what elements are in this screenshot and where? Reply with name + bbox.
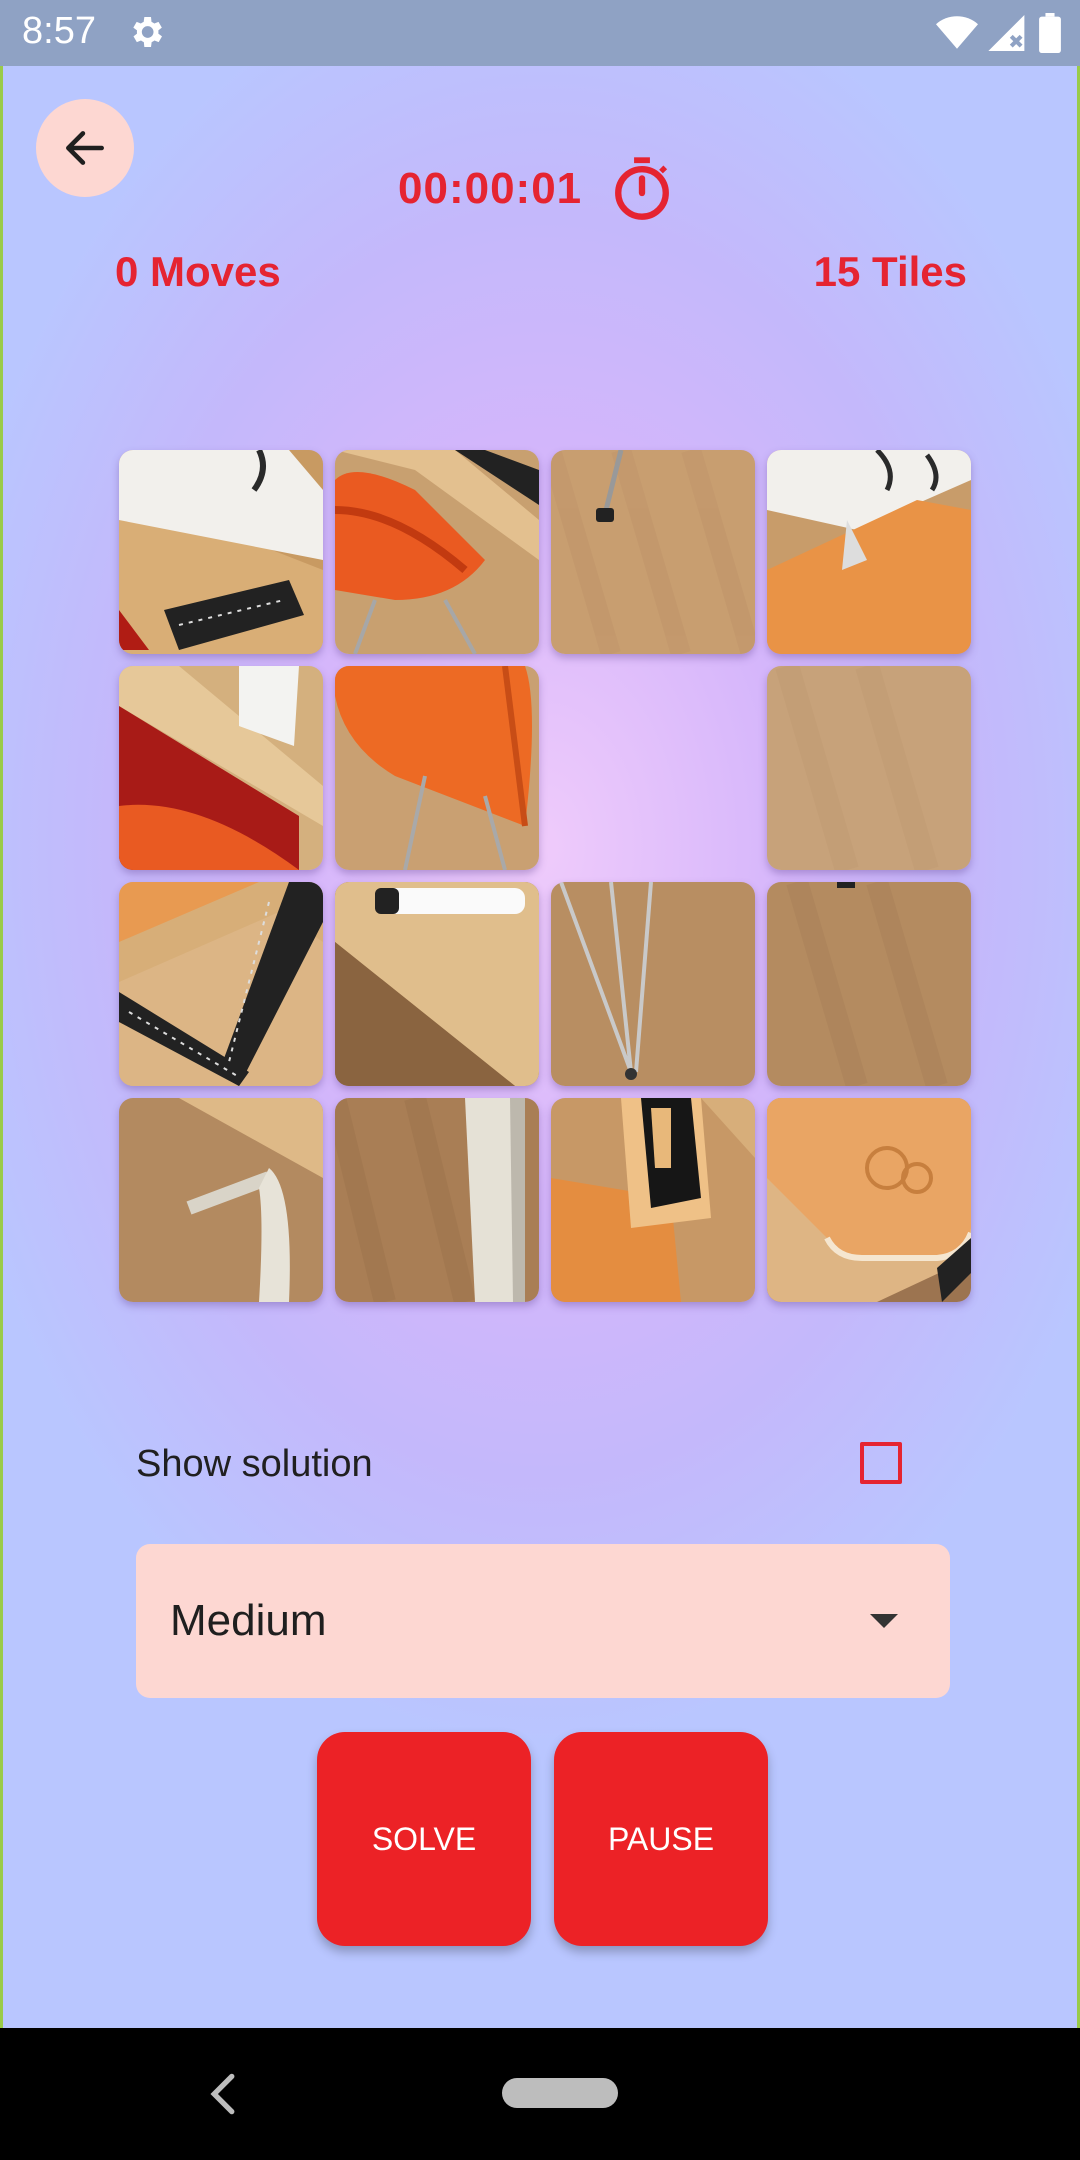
puzzle-tile[interactable]: [767, 1098, 971, 1302]
puzzle-tile[interactable]: [551, 1098, 755, 1302]
solve-button[interactable]: SOLVE: [317, 1732, 531, 1946]
show-solution-checkbox[interactable]: [860, 1442, 902, 1484]
puzzle-tile[interactable]: [551, 882, 755, 1086]
navigation-bar: [0, 2028, 1080, 2160]
timer-text: 00:00:01: [398, 164, 583, 213]
settings-gear-icon: [133, 17, 162, 47]
nav-back-icon[interactable]: [208, 2072, 238, 2116]
puzzle-tile[interactable]: [767, 450, 971, 654]
puzzle-tile[interactable]: [119, 882, 323, 1086]
timer: 00:00:01: [398, 156, 674, 222]
show-solution-label: Show solution: [136, 1443, 373, 1485]
signal-icon: [988, 15, 1025, 51]
puzzle-tile[interactable]: [551, 450, 755, 654]
tiles-counter: 15 Tiles: [813, 248, 967, 295]
battery-icon: [1039, 13, 1061, 53]
puzzle-tile[interactable]: [767, 666, 971, 870]
puzzle-tile[interactable]: [335, 1098, 539, 1302]
status-time: 8:57: [22, 10, 96, 52]
puzzle-board: [119, 450, 971, 1302]
status-icons: [936, 12, 1062, 54]
stopwatch-icon: [615, 157, 670, 220]
nav-home-pill[interactable]: [502, 2078, 618, 2108]
puzzle-tile[interactable]: [119, 450, 323, 654]
moves-counter: 0 Moves: [115, 248, 281, 295]
puzzle-tile[interactable]: [335, 450, 539, 654]
puzzle-tile[interactable]: [119, 666, 323, 870]
difficulty-value: Medium: [170, 1596, 327, 1645]
difficulty-dropdown[interactable]: Medium: [136, 1544, 950, 1698]
puzzle-screen: 00:00:01 0 Moves 15 Tiles Show solution …: [0, 66, 1080, 2028]
puzzle-tile[interactable]: [335, 666, 539, 870]
dropdown-arrow-icon: [870, 1614, 898, 1628]
puzzle-tile[interactable]: [767, 882, 971, 1086]
puzzle-tile[interactable]: [335, 882, 539, 1086]
back-button[interactable]: [36, 99, 134, 197]
pause-button[interactable]: PAUSE: [554, 1732, 768, 1946]
wifi-icon: [936, 16, 978, 49]
status-bar: 8:57: [0, 0, 1080, 66]
puzzle-tile[interactable]: [119, 1098, 323, 1302]
arrow-back-icon: [66, 131, 104, 165]
